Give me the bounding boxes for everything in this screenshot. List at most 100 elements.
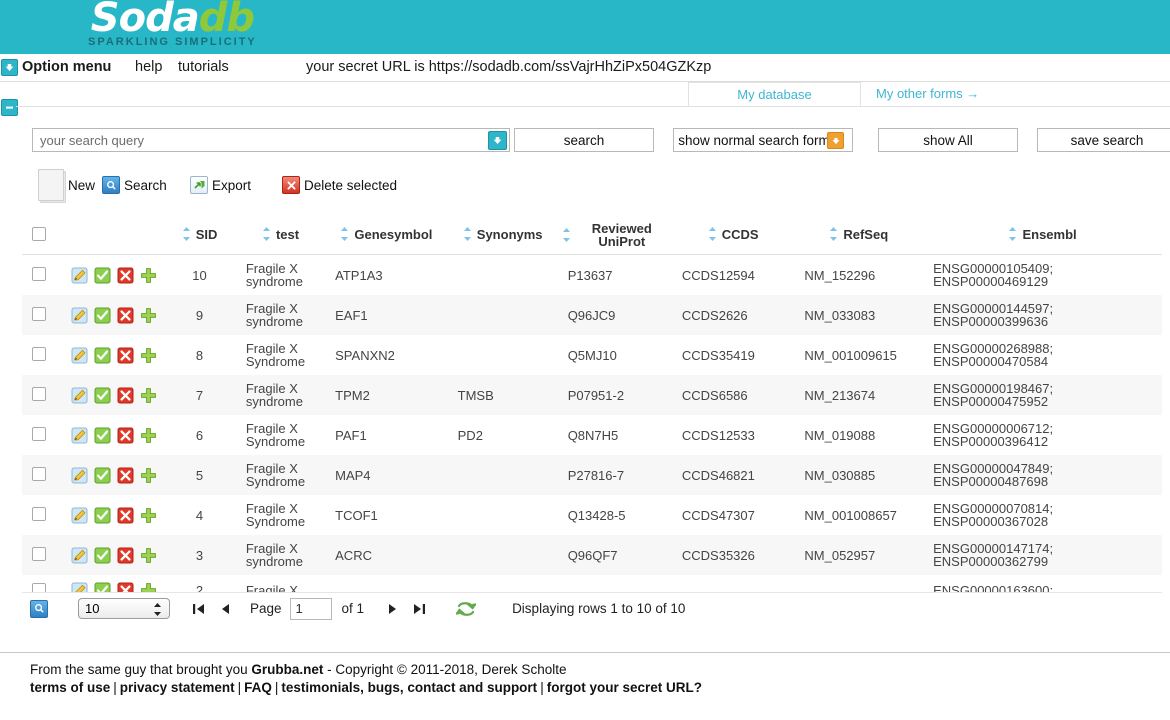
column-header-synonyms[interactable]: Synonyms <box>447 216 558 255</box>
search-records-button[interactable]: Search <box>102 168 167 202</box>
search-query-box[interactable] <box>32 128 510 152</box>
footer-link[interactable]: forgot your secret URL? <box>547 680 702 695</box>
row-checkbox[interactable] <box>31 427 46 441</box>
approve-icon[interactable] <box>94 267 111 284</box>
row-checkbox[interactable] <box>31 507 46 521</box>
page-number-input[interactable] <box>289 597 332 620</box>
row-checkbox[interactable] <box>31 347 46 361</box>
footer-link[interactable]: testimonials, bugs, contact and support <box>281 680 537 695</box>
grubba-link[interactable]: Grubba.net <box>251 662 323 677</box>
column-header-genesymbol[interactable]: Genesymbol <box>325 216 448 255</box>
table-row[interactable]: 9 Fragile Xsyndrome EAF1 Q96JC9 CCDS2626 NM_0… <box>22 295 1162 335</box>
search-input[interactable] <box>33 131 483 149</box>
sort-icon[interactable] <box>1008 226 1017 242</box>
footer-link[interactable]: terms of use <box>30 680 110 695</box>
cell-sid: 8 <box>195 347 204 363</box>
edit-icon[interactable] <box>71 507 88 524</box>
last-page-icon[interactable] <box>412 602 426 616</box>
approve-icon[interactable] <box>94 347 111 364</box>
row-checkbox[interactable] <box>31 267 46 281</box>
delete-icon[interactable] <box>117 347 134 364</box>
first-page-icon[interactable] <box>192 602 206 616</box>
table-row[interactable]: 7 Fragile Xsyndrome TPM2 TMSB P07951-2 CCDS65… <box>22 375 1162 415</box>
delete-icon[interactable] <box>117 547 134 564</box>
column-header-refseq[interactable]: RefSeq <box>794 216 924 255</box>
approve-icon[interactable] <box>94 427 111 444</box>
row-checkbox[interactable] <box>31 307 46 321</box>
save-search-button[interactable]: save search <box>1037 128 1170 152</box>
footer-link[interactable]: privacy statement <box>120 680 235 695</box>
edit-icon[interactable] <box>71 547 88 564</box>
option-menu-label[interactable]: Option menu <box>22 59 111 75</box>
table-row[interactable]: 5 Fragile X Syndrome MAP4 P27816-7 CCDS46821 N… <box>22 455 1162 495</box>
table-row[interactable]: 3 Fragile Xsyndrome ACRC Q96QF7 CCDS35326 NM_… <box>22 535 1162 575</box>
column-header-test[interactable]: test <box>235 216 326 255</box>
add-icon[interactable] <box>140 547 157 564</box>
sort-icon[interactable] <box>708 226 717 242</box>
table-row[interactable]: 10 Fragile Xsyndrome ATP1A3 P13637 CCDS12594… <box>22 254 1162 295</box>
row-checkbox[interactable] <box>31 467 46 481</box>
cell-reviewed-uniprot: Q96JC9 <box>567 307 616 323</box>
tab-my-database[interactable]: My database <box>688 82 861 106</box>
sort-icon[interactable] <box>829 226 838 242</box>
tab-my-other-forms[interactable]: My other forms → <box>866 82 989 105</box>
sort-icon[interactable] <box>262 226 271 242</box>
edit-icon[interactable] <box>71 347 88 364</box>
column-header-sid[interactable]: SID <box>163 216 236 255</box>
sort-icon[interactable] <box>340 226 349 242</box>
export-button[interactable]: Export <box>190 168 251 202</box>
add-icon[interactable] <box>140 307 157 324</box>
cell-test: Fragile X Syndrome <box>245 461 306 489</box>
add-icon[interactable] <box>140 347 157 364</box>
add-icon[interactable] <box>140 467 157 484</box>
select-all-checkbox[interactable] <box>31 227 46 241</box>
delete-icon[interactable] <box>117 387 134 404</box>
edit-icon[interactable] <box>71 267 88 284</box>
delete-icon[interactable] <box>117 267 134 284</box>
table-row[interactable]: 8 Fragile X Syndrome SPANXN2 Q5MJ10 CCDS35419… <box>22 335 1162 375</box>
edit-icon[interactable] <box>71 387 88 404</box>
row-checkbox[interactable] <box>31 547 46 561</box>
show-all-button[interactable]: show All <box>878 128 1018 152</box>
approve-icon[interactable] <box>94 467 111 484</box>
table-row[interactable]: 4 Fragile X Syndrome TCOF1 Q13428-5 CCDS47307… <box>22 495 1162 535</box>
approve-icon[interactable] <box>94 547 111 564</box>
chevron-down-icon[interactable] <box>488 131 507 150</box>
add-icon[interactable] <box>140 507 157 524</box>
column-header-reviewed-uniprot[interactable]: Reviewed UniProt <box>557 216 672 255</box>
column-header-ensembl[interactable]: Ensembl <box>923 216 1162 255</box>
next-page-icon[interactable] <box>386 602 400 616</box>
help-link[interactable]: help <box>135 59 162 75</box>
delete-selected-button[interactable]: Delete selected <box>282 168 397 202</box>
delete-icon[interactable] <box>117 507 134 524</box>
refresh-icon[interactable] <box>454 600 478 618</box>
prev-page-icon[interactable] <box>218 602 232 616</box>
sort-icon[interactable] <box>182 226 191 242</box>
add-icon[interactable] <box>140 427 157 444</box>
column-header-ccds[interactable]: CCDS <box>671 216 795 255</box>
approve-icon[interactable] <box>94 387 111 404</box>
approve-icon[interactable] <box>94 507 111 524</box>
sort-icon[interactable] <box>562 227 571 243</box>
edit-icon[interactable] <box>71 467 88 484</box>
edit-icon[interactable] <box>71 427 88 444</box>
page-size-select[interactable]: 10 <box>78 598 170 619</box>
arrow-down-icon[interactable] <box>1 59 18 76</box>
search-button[interactable]: search <box>514 128 654 152</box>
footer-link[interactable]: FAQ <box>244 680 272 695</box>
edit-icon[interactable] <box>71 307 88 324</box>
delete-icon[interactable] <box>117 427 134 444</box>
sort-icon[interactable] <box>463 226 472 242</box>
table-row[interactable]: 6 Fragile X Syndrome PAF1 PD2 Q8N7H5 CCDS12533… <box>22 415 1162 455</box>
delete-icon[interactable] <box>117 307 134 324</box>
add-icon[interactable] <box>140 267 157 284</box>
show-normal-form-button[interactable]: show normal search form <box>673 128 853 152</box>
tutorials-link[interactable]: tutorials <box>178 59 229 75</box>
row-checkbox[interactable] <box>31 387 46 401</box>
search-icon[interactable] <box>30 599 48 618</box>
new-button[interactable]: New <box>38 168 95 202</box>
add-icon[interactable] <box>140 387 157 404</box>
logo-tagline: SPARKLING SIMPLICITY <box>88 36 257 48</box>
delete-icon[interactable] <box>117 467 134 484</box>
approve-icon[interactable] <box>94 307 111 324</box>
